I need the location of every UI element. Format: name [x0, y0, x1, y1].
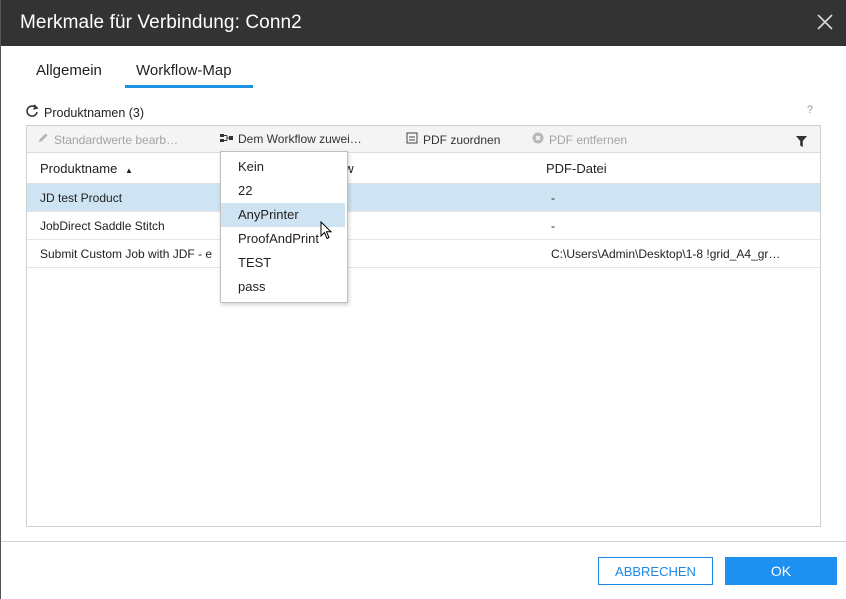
table-row[interactable]: JobDirect Saddle Stitch - [27, 212, 820, 240]
remove-pdf-button[interactable]: PDF entfernen [532, 132, 627, 147]
pencil-icon [37, 132, 49, 147]
refresh-icon[interactable] [25, 104, 39, 121]
cell-pdf: - [551, 191, 555, 205]
filter-icon[interactable] [796, 134, 807, 152]
properties-dialog: Merkmale für Verbindung: Conn2 Allgemein… [0, 0, 846, 599]
menu-item-label: ProofAndPrint [238, 231, 319, 246]
cell-product: Submit Custom Job with JDF - e [40, 247, 213, 261]
remove-circle-icon [532, 132, 544, 147]
cell-product: JD test Product [40, 191, 123, 205]
cell-pdf: C:\Users\Admin\Desktop\1-8 !grid_A4_gr… [551, 247, 781, 261]
pdf-icon [406, 132, 418, 147]
edit-defaults-label: Standardwerte bearb… [54, 132, 179, 147]
column-header-product[interactable]: Produktname ▲ [40, 161, 133, 176]
section-header: Produktnamen (3) [25, 104, 144, 121]
dialog-title: Merkmale für Verbindung: Conn2 [20, 12, 302, 33]
footer-divider [1, 541, 846, 542]
column-header-product-label: Produktname [40, 161, 118, 176]
mouse-pointer-icon [320, 220, 334, 246]
menu-item-label: Kein [238, 159, 265, 174]
remove-pdf-label: PDF entfernen [549, 132, 628, 147]
column-header-pdf[interactable]: PDF-Datei [546, 161, 607, 176]
menu-item-22[interactable]: 22 [221, 179, 345, 203]
edit-defaults-button[interactable]: Standardwerte bearb… [37, 132, 178, 147]
table-row[interactable]: JD test Product - [27, 184, 820, 212]
assign-pdf-label: PDF zuordnen [423, 132, 501, 147]
close-icon[interactable] [815, 12, 835, 32]
tab-workflow-map[interactable]: Workflow-Map [136, 62, 232, 79]
assign-workflow-button[interactable]: Dem Workflow zuwei… [220, 132, 362, 146]
menu-item-pass[interactable]: pass [221, 275, 345, 299]
tab-allgemein[interactable]: Allgemein [36, 62, 102, 79]
assign-workflow-label: Dem Workflow zuwei… [238, 132, 362, 146]
menu-item-label: pass [238, 279, 266, 294]
ok-button[interactable]: OK [725, 557, 837, 585]
menu-item-label: 22 [238, 183, 253, 198]
assign-pdf-button[interactable]: PDF zuordnen [406, 132, 500, 147]
tab-bar: Allgemein Workflow-Map [1, 60, 846, 90]
section-title: Produktnamen (3) [44, 105, 145, 120]
cancel-button[interactable]: ABBRECHEN [598, 557, 713, 585]
cell-product: JobDirect Saddle Stitch [40, 219, 165, 233]
help-icon[interactable]: ? [807, 104, 813, 116]
workflow-icon [220, 132, 233, 146]
table-header: Produktname ▲ kflow PDF-Datei [27, 153, 820, 184]
product-table: Standardwerte bearb… Dem Workflow zuwei…… [26, 125, 821, 527]
menu-item-label: AnyPrinter [238, 207, 299, 222]
sort-ascending-icon: ▲ [124, 166, 133, 175]
table-toolbar: Standardwerte bearb… Dem Workflow zuwei…… [27, 126, 820, 153]
active-tab-indicator [125, 85, 253, 88]
menu-item-test[interactable]: TEST [221, 251, 345, 275]
cell-pdf: - [551, 219, 555, 233]
table-row[interactable]: Submit Custom Job with JDF - e C:\Users\… [27, 240, 820, 268]
menu-item-label: TEST [238, 255, 272, 270]
menu-item-kein[interactable]: Kein [221, 155, 345, 179]
title-bar: Merkmale für Verbindung: Conn2 [1, 0, 846, 46]
